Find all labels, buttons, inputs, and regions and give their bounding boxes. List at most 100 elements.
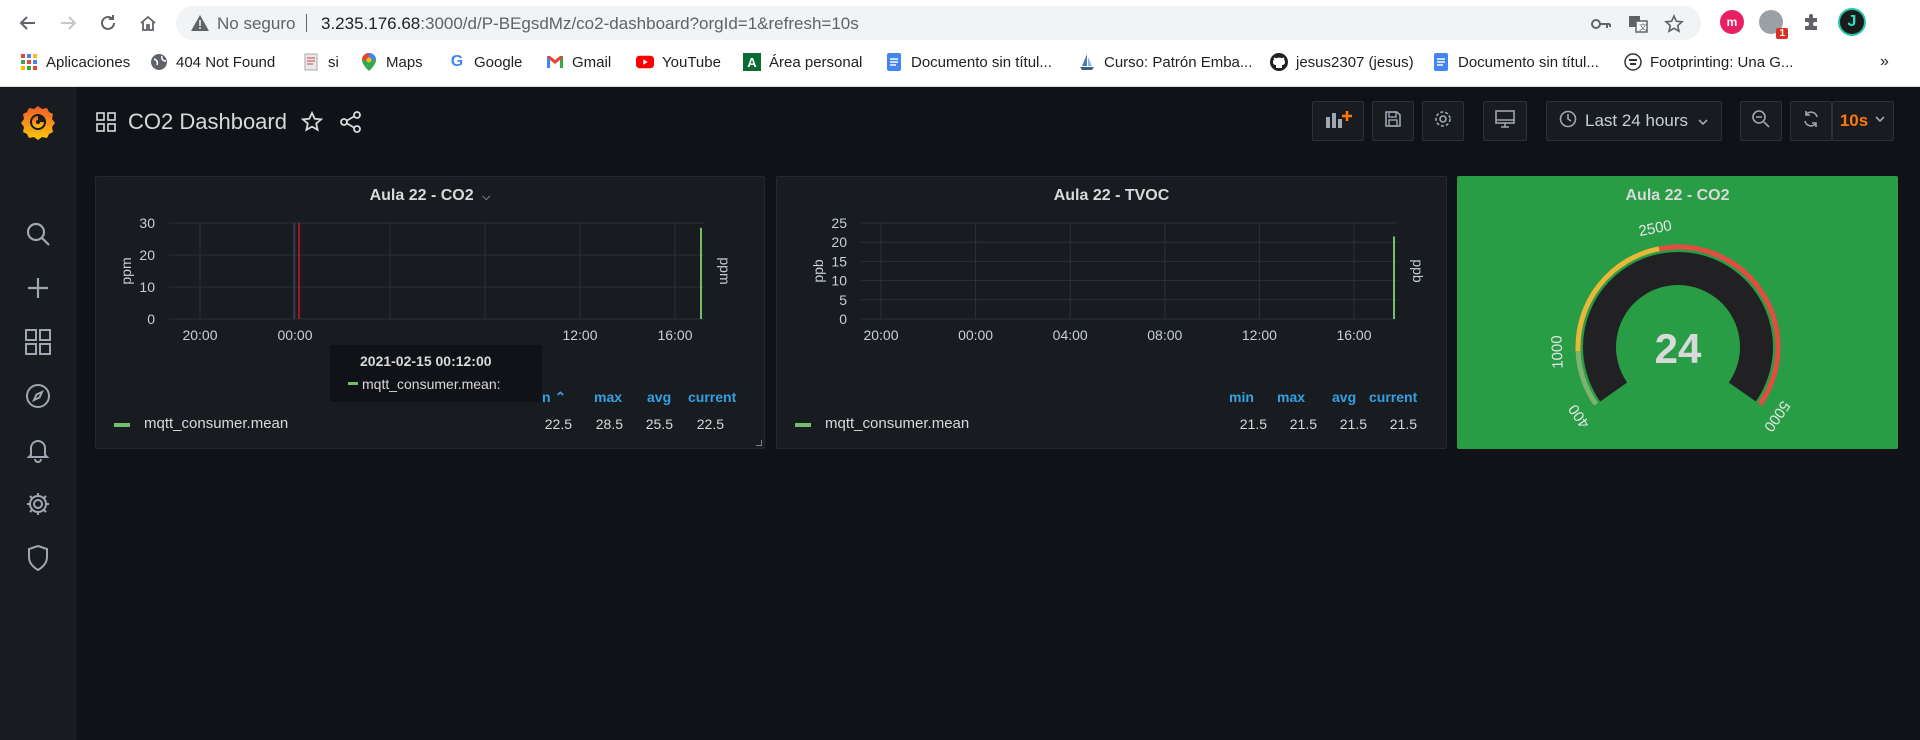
legend-header-current[interactable]: current — [688, 389, 736, 405]
configuration-gear-icon[interactable] — [22, 488, 54, 520]
bookmark-area-personal[interactable]: A Área personal — [743, 50, 862, 74]
grafana-logo-icon[interactable] — [18, 102, 58, 142]
clock-icon — [1559, 110, 1577, 133]
address-bar[interactable]: No seguro 3.235.176.68:3000/d/P-BEgsdMz/… — [176, 6, 1701, 40]
svg-text:文: 文 — [1639, 22, 1647, 32]
y-axis-label: ppb — [810, 259, 826, 283]
profile-avatar[interactable]: J — [1838, 8, 1866, 36]
shield-admin-icon[interactable] — [22, 542, 54, 574]
legend-sort-min[interactable]: n ⌃ — [542, 389, 566, 406]
area-personal-icon: A — [743, 53, 761, 71]
legend-max: 28.5 — [595, 416, 623, 432]
tooltip-time: 2021-02-15 00:12:00 — [360, 353, 492, 369]
co2-gauge-panel[interactable]: Aula 22 - CO2 400 1000 2500 5000 24 — [1457, 176, 1898, 449]
bookmark-gmail[interactable]: Gmail — [546, 50, 611, 74]
bookmarks-bar: Aplicaciones 404 Not Found si Maps G Goo… — [0, 50, 1920, 74]
legend-header-max[interactable]: max — [1277, 389, 1305, 405]
zoom-out-button[interactable] — [1740, 101, 1782, 141]
co2-graph-panel[interactable]: Aula 22 - CO2 ⌵ 30 20 10 0 20:00 00:00 12:00 16… — [95, 176, 765, 449]
bookmark-documento-1[interactable]: Documento sin títul... — [885, 50, 1052, 74]
tv-mode-button[interactable] — [1483, 101, 1527, 141]
puzzle-extensions-icon[interactable] — [1799, 10, 1823, 34]
warning-icon[interactable] — [190, 13, 210, 33]
y-axis-label: ppm — [118, 257, 134, 284]
x-tick-label: 20:00 — [182, 327, 217, 343]
bookmark-documento-2[interactable]: Documento sin títul... — [1432, 50, 1599, 74]
bookmark-label: Gmail — [572, 53, 612, 71]
refresh-interval-label: 10s — [1839, 111, 1869, 130]
legend-header-min[interactable]: min — [1229, 389, 1254, 405]
monitor-icon — [1495, 109, 1515, 133]
bookmark-youtube[interactable]: YouTube — [636, 50, 721, 74]
legend-header-avg[interactable]: avg — [1332, 389, 1356, 405]
bookmark-aplicaciones[interactable]: Aplicaciones — [20, 50, 130, 74]
refresh-interval-picker[interactable]: 10s — [1832, 101, 1894, 141]
page-icon — [302, 53, 320, 71]
add-panel-button[interactable] — [1312, 101, 1364, 141]
y-tick-label: 10 — [831, 273, 847, 289]
extension-m-icon[interactable]: m — [1720, 10, 1744, 34]
translate-icon[interactable]: 文 — [1628, 14, 1648, 34]
legend-swatch[interactable] — [795, 423, 811, 427]
y-tick-label: 0 — [147, 311, 155, 327]
bookmark-google[interactable]: G Google — [448, 50, 523, 74]
plus-create-icon[interactable] — [22, 272, 54, 304]
legend-current: 21.5 — [1389, 416, 1417, 432]
url-text[interactable]: 3.235.176.68:3000/d/P-BEgsdMz/co2-dashbo… — [321, 14, 859, 34]
forward-icon[interactable] — [54, 9, 82, 37]
gauge-threshold-label: 2500 — [1637, 217, 1673, 240]
bookmark-github[interactable]: jesus2307 (jesus) — [1270, 50, 1414, 74]
dashboards-grid-icon[interactable] — [22, 326, 54, 358]
browser-chrome: No seguro 3.235.176.68:3000/d/P-BEgsdMz/… — [0, 0, 1920, 87]
dashboard-settings-button[interactable] — [1422, 101, 1464, 141]
key-icon[interactable] — [1591, 14, 1611, 34]
save-dashboard-button[interactable] — [1372, 101, 1414, 141]
dashboard-title[interactable]: CO2 Dashboard — [128, 109, 287, 135]
bookmark-curso[interactable]: Curso: Patrón Emba... — [1078, 50, 1252, 74]
bookmark-label: Google — [474, 53, 523, 71]
explore-compass-icon[interactable] — [22, 380, 54, 412]
omnibox-separator — [306, 14, 307, 32]
x-tick-label: 04:00 — [1053, 327, 1088, 343]
extension-c-icon[interactable]: 1 — [1759, 10, 1788, 39]
bookmark-footprinting[interactable]: Footprinting: Una G... — [1624, 50, 1793, 74]
more-bookmarks[interactable]: » — [1880, 50, 1889, 74]
y-tick-label: 30 — [139, 215, 155, 231]
refresh-button[interactable] — [1790, 101, 1832, 141]
search-icon[interactable] — [22, 218, 54, 250]
co2-chart[interactable]: 30 20 10 0 20:00 00:00 12:00 16:00 ppm ppm — [96, 177, 766, 450]
x-tick-label: 16:00 — [657, 327, 692, 343]
tooltip-swatch — [348, 382, 358, 385]
maps-pin-icon — [360, 53, 378, 71]
y-tick-label: 15 — [831, 253, 847, 269]
x-tick-label: 12:00 — [1242, 327, 1277, 343]
legend-header-avg[interactable]: avg — [647, 389, 671, 405]
share-icon[interactable] — [340, 111, 362, 138]
bookmark-maps[interactable]: Maps — [360, 50, 423, 74]
alerting-bell-icon[interactable] — [22, 434, 54, 466]
back-icon[interactable] — [14, 9, 42, 37]
chevron-down-icon — [1697, 115, 1709, 133]
star-bookmark-icon[interactable] — [1664, 14, 1684, 34]
legend-header-current[interactable]: current — [1369, 389, 1417, 405]
y-tick-label: 0 — [839, 311, 847, 327]
reload-icon[interactable] — [94, 9, 122, 37]
y-axis-label-right: ppb — [1410, 259, 1426, 283]
github-icon — [1270, 53, 1288, 71]
time-range-picker[interactable]: Last 24 hours — [1546, 101, 1722, 141]
legend-header-max[interactable]: max — [594, 389, 622, 405]
tvoc-chart[interactable]: 25 20 15 10 5 0 20:00 00:00 04:00 08:00 12:00 16:00… — [777, 177, 1448, 450]
resize-handle[interactable] — [756, 440, 762, 446]
footprint-icon — [1624, 53, 1642, 71]
legend-swatch[interactable] — [114, 423, 130, 427]
star-favorite-icon[interactable] — [300, 110, 324, 138]
legend-series-name[interactable]: mqtt_consumer.mean — [144, 415, 288, 432]
home-icon[interactable] — [134, 9, 162, 37]
legend-series-name[interactable]: mqtt_consumer.mean — [825, 415, 969, 432]
bookmark-label: 404 Not Found — [176, 53, 276, 71]
docs-icon — [1432, 53, 1450, 71]
bookmark-si[interactable]: si — [302, 50, 339, 74]
dashboard-grid-icon — [96, 112, 116, 137]
tvoc-graph-panel[interactable]: Aula 22 - TVOC 25 20 15 10 5 0 20:00 00:00 04:00… — [776, 176, 1447, 449]
bookmark-404[interactable]: 404 Not Found — [150, 50, 275, 74]
